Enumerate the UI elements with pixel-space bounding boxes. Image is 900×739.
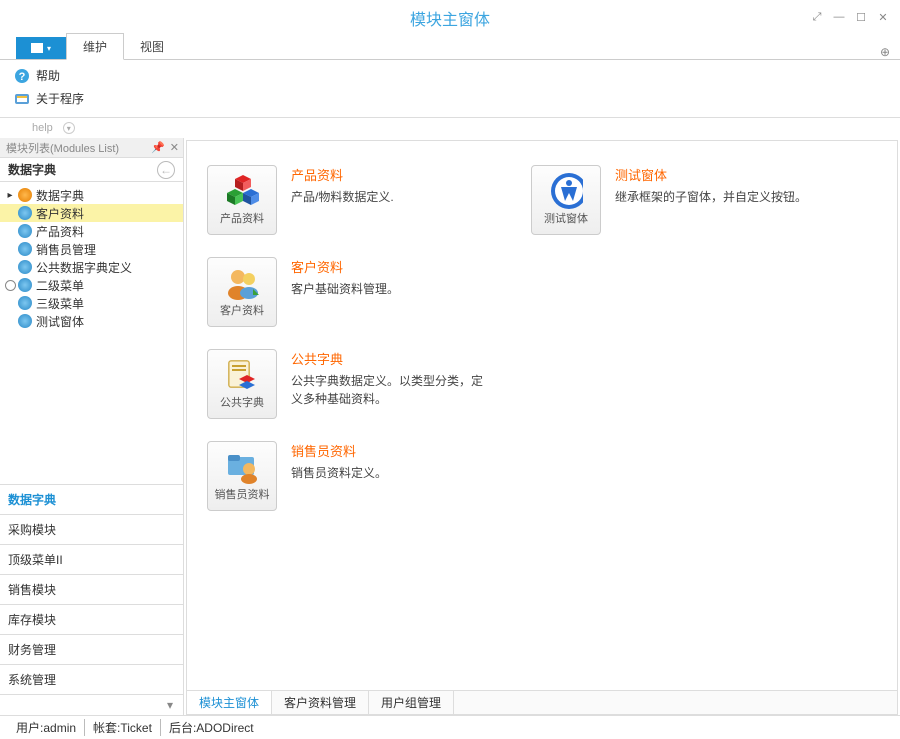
help-icon: ? <box>14 68 30 84</box>
pin-icon[interactable]: 📌 <box>151 141 165 154</box>
module-button-test[interactable]: 测试窗体 <box>531 165 601 235</box>
restore-small-icon[interactable]: ⤢ <box>808 8 826 26</box>
module-title: 产品资料 <box>291 165 394 184</box>
status-account: 帐套:Ticket <box>85 719 161 736</box>
maximize-icon[interactable]: ☐ <box>852 8 870 26</box>
status-bar: 用户:admin 帐套:Ticket 后台:ADODirect <box>0 715 900 739</box>
module-card-product: 产品资料 产品资料 产品/物料数据定义. <box>207 165 491 235</box>
sidebar-group-topmenu2[interactable]: 顶级菜单II <box>0 545 183 575</box>
tree-node-label: 公共数据字典定义 <box>36 259 132 276</box>
module-button-sales[interactable]: 销售员资料 <box>207 441 277 511</box>
content-tab-usergroup-mgmt[interactable]: 用户组管理 <box>369 691 454 714</box>
module-desc: 继承框架的子窗体，并自定义按钮。 <box>615 188 807 206</box>
module-caption: 产品资料 <box>220 210 264 226</box>
chevron-down-icon: ▾ <box>47 44 51 53</box>
tree-node-label: 三级菜单 <box>36 295 84 312</box>
module-title: 销售员资料 <box>291 441 387 460</box>
tree-node-product[interactable]: 产品资料 <box>0 222 183 240</box>
content-tab-customer-mgmt[interactable]: 客户资料管理 <box>272 691 369 714</box>
module-desc: 公共字典数据定义。以类型分类，定义多种基础资料。 <box>291 372 491 408</box>
item-icon <box>18 206 32 220</box>
item-icon <box>18 224 32 238</box>
tree-node-sales[interactable]: 销售员管理 <box>0 240 183 258</box>
ribbon-group-caption: help <box>32 122 53 134</box>
module-tree: ▸ 数据字典 客户资料 产品资料 销售员管理 公共数据字典定义 <box>0 182 183 484</box>
users-icon <box>225 266 259 300</box>
module-desc: 产品/物料数据定义. <box>291 188 394 206</box>
module-title: 客户资料 <box>291 257 399 276</box>
module-button-dict[interactable]: 公共字典 <box>207 349 277 419</box>
tree-root-dict[interactable]: ▸ 数据字典 <box>0 186 183 204</box>
ribbon-item-help[interactable]: ? 帮助 <box>10 64 890 87</box>
module-title: 测试窗体 <box>615 165 807 184</box>
item-icon <box>18 278 32 292</box>
document-boxes-icon <box>225 358 259 392</box>
tree-node-pubdict[interactable]: 公共数据字典定义 <box>0 258 183 276</box>
sidebar-close-icon[interactable]: ✕ <box>170 141 179 154</box>
module-card-test: 测试窗体 测试窗体 继承框架的子窗体，并自定义按钮。 <box>531 165 807 235</box>
window-title: 模块主窗体 <box>410 6 490 30</box>
tree-node-customer[interactable]: 客户资料 <box>0 204 183 222</box>
module-caption: 公共字典 <box>220 394 264 410</box>
module-desc: 销售员资料定义。 <box>291 464 387 482</box>
module-card-customer: 客户资料 客户资料 客户基础资料管理。 <box>207 257 491 327</box>
sidebar-group-dict[interactable]: 数据字典 <box>0 485 183 515</box>
module-title: 公共字典 <box>291 349 491 368</box>
folder-user-icon <box>225 450 259 484</box>
expand-icon[interactable] <box>4 279 16 291</box>
ribbon-item-label: 关于程序 <box>36 90 84 107</box>
item-icon <box>18 260 32 274</box>
sidebar-title: 模块列表(Modules List) 📌 ✕ <box>0 138 183 158</box>
back-arrow-icon[interactable]: ← <box>157 161 175 179</box>
sidebar-more-button[interactable]: ▾ <box>0 695 183 715</box>
module-caption: 客户资料 <box>220 302 264 318</box>
ribbon-expand-icon[interactable]: ⊕ <box>880 45 900 59</box>
tree-node-label: 二级菜单 <box>36 277 84 294</box>
tree-node-label: 客户资料 <box>36 205 84 222</box>
tree-node-label: 数据字典 <box>36 187 84 204</box>
cubes-icon <box>225 174 259 208</box>
sidebar-section-label: 数据字典 <box>8 161 56 178</box>
module-button-customer[interactable]: 客户资料 <box>207 257 277 327</box>
tree-node-label: 测试窗体 <box>36 313 84 330</box>
tree-node-testform[interactable]: 测试窗体 <box>0 312 183 330</box>
svg-text:?: ? <box>19 71 26 83</box>
item-icon <box>18 314 32 328</box>
sidebar-group-finance[interactable]: 财务管理 <box>0 635 183 665</box>
module-caption: 销售员资料 <box>215 486 270 502</box>
tree-node-level3[interactable]: 三级菜单 <box>0 294 183 312</box>
module-card-sales: 销售员资料 销售员资料 销售员资料定义。 <box>207 441 491 511</box>
tree-node-label: 产品资料 <box>36 223 84 240</box>
tree-node-level2[interactable]: 二级菜单 <box>0 276 183 294</box>
minimize-icon[interactable]: — <box>830 8 848 26</box>
module-caption: 测试窗体 <box>544 210 588 226</box>
item-icon <box>18 242 32 256</box>
expand-icon[interactable]: ▸ <box>4 189 16 201</box>
app-menu-icon <box>31 43 43 53</box>
sidebar-group-purchase[interactable]: 采购模块 <box>0 515 183 545</box>
module-card-dict: 公共字典 公共字典 公共字典数据定义。以类型分类，定义多种基础资料。 <box>207 349 491 419</box>
module-button-product[interactable]: 产品资料 <box>207 165 277 235</box>
ribbon-item-label: 帮助 <box>36 67 60 84</box>
status-backend: 后台:ADODirect <box>161 719 262 736</box>
item-icon <box>18 296 32 310</box>
sidebar-section-header[interactable]: 数据字典 ← <box>0 158 183 182</box>
ribbon-tab-view[interactable]: 视图 <box>124 34 180 59</box>
folder-icon <box>18 188 32 202</box>
app-menu-button[interactable]: ▾ <box>16 37 66 59</box>
sidebar-group-sales[interactable]: 销售模块 <box>0 575 183 605</box>
sidebar-title-text: 模块列表(Modules List) <box>6 140 119 156</box>
ribbon-item-about[interactable]: 关于程序 <box>10 87 890 110</box>
module-desc: 客户基础资料管理。 <box>291 280 399 298</box>
sidebar-group-stock[interactable]: 库存模块 <box>0 605 183 635</box>
ribbon-tab-maintain[interactable]: 维护 <box>66 33 124 60</box>
sidebar-group-system[interactable]: 系统管理 <box>0 665 183 695</box>
status-user: 用户:admin <box>8 719 85 736</box>
content-tab-main[interactable]: 模块主窗体 <box>187 690 272 714</box>
close-icon[interactable]: ✕ <box>874 8 892 26</box>
accessibility-icon <box>549 174 583 208</box>
about-icon <box>14 91 30 107</box>
ribbon-group-launcher-icon[interactable]: ▾ <box>63 122 75 134</box>
tree-node-label: 销售员管理 <box>36 241 96 258</box>
